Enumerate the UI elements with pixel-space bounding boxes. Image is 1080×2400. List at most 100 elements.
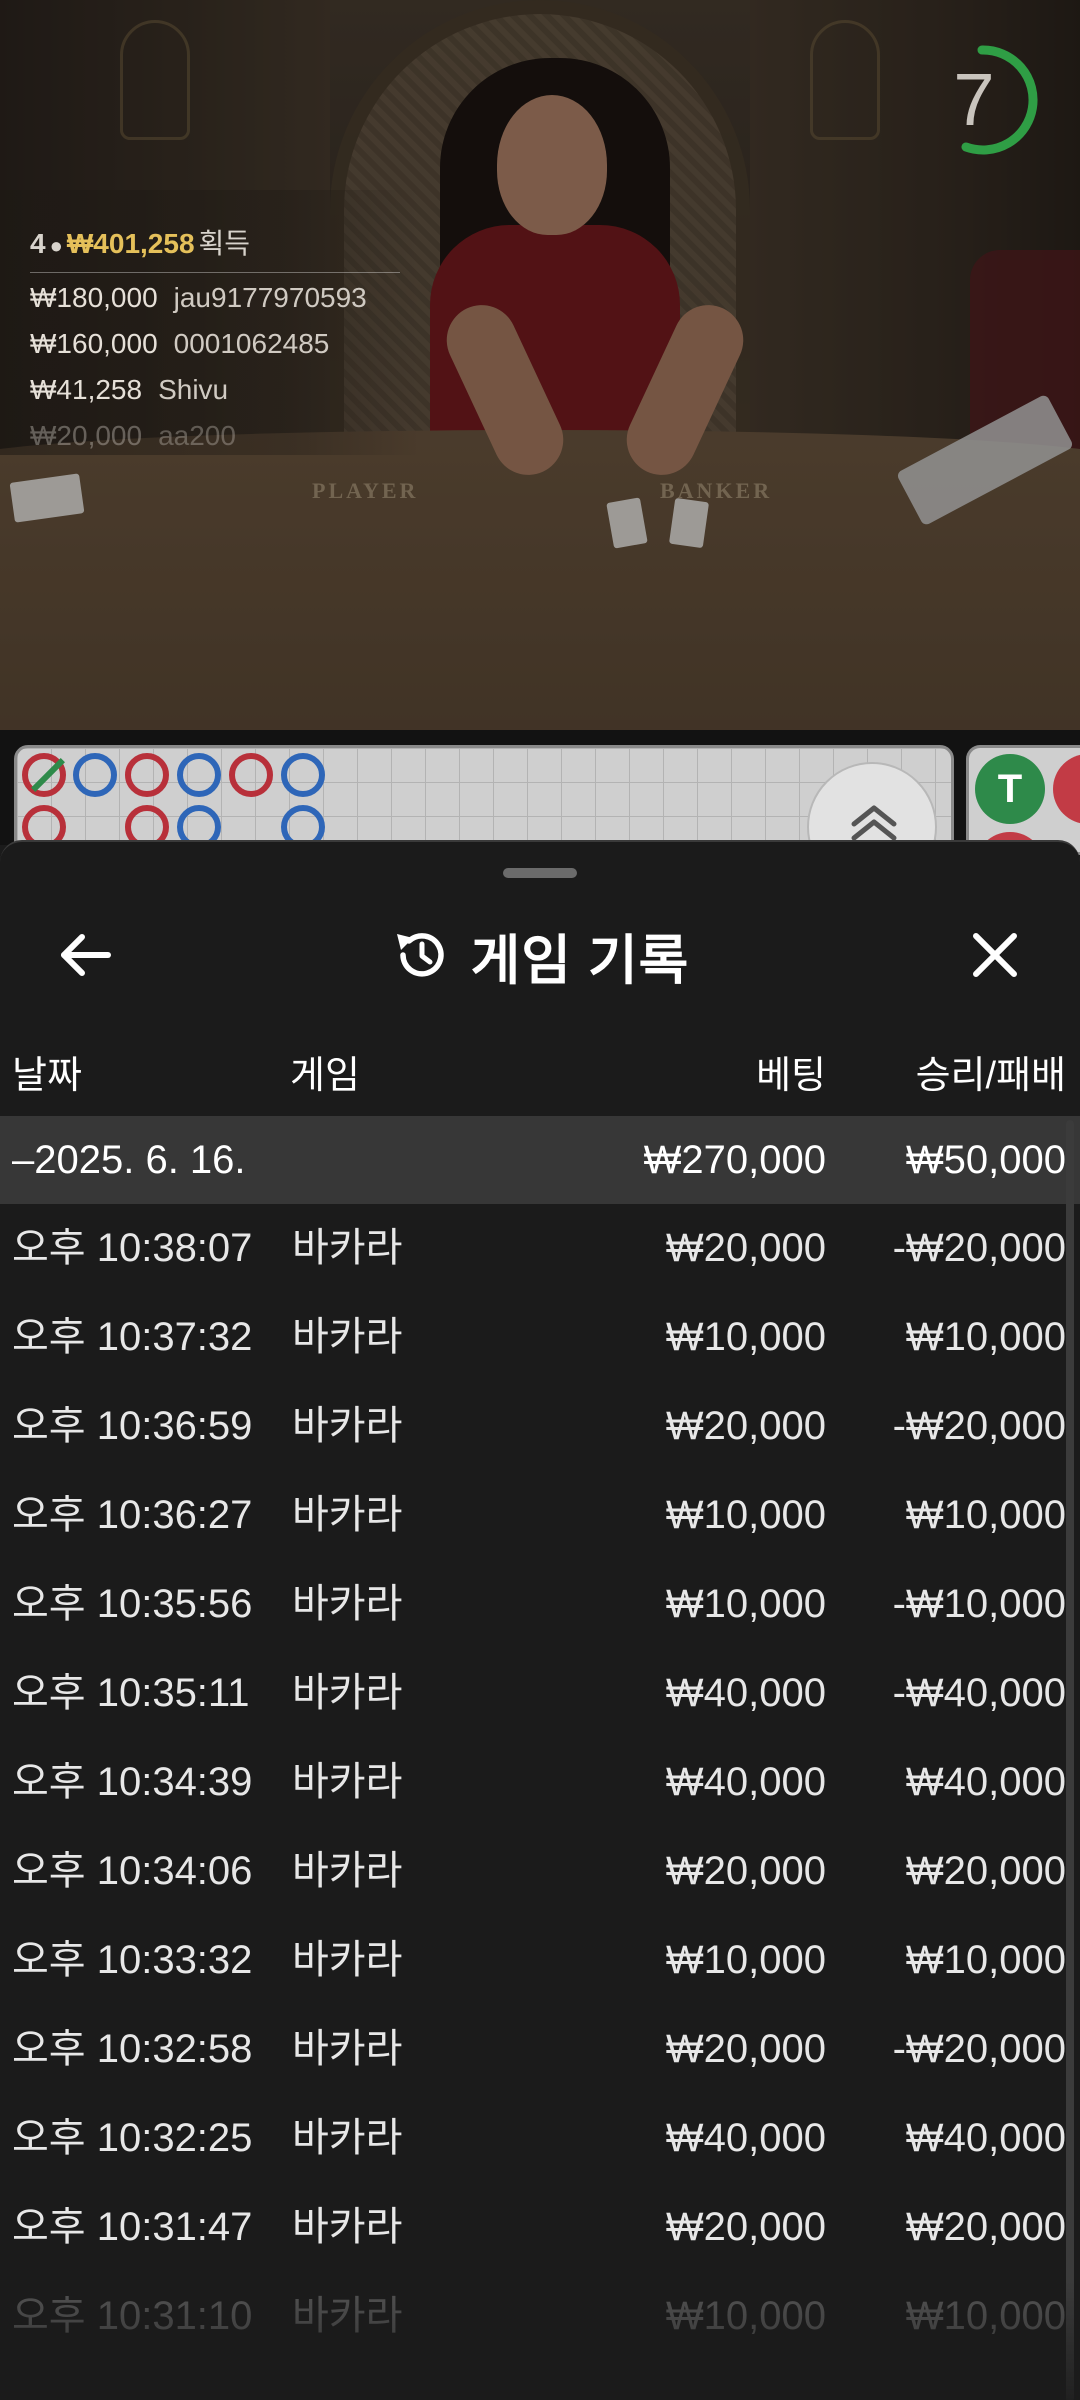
row-time: 오후 10:35:56 <box>12 1582 253 1626</box>
winner-row: ₩160,000 0001062485 <box>30 328 329 360</box>
close-button[interactable] <box>950 910 1040 1000</box>
winner-row: ₩41,258 Shivu <box>30 374 228 406</box>
winners-header: 4 ● ₩401,258 획득 <box>30 222 250 262</box>
tie-stat-icon: T <box>975 754 1045 824</box>
winner-name: Shivu <box>158 374 229 405</box>
table-row[interactable]: 오후 10:36:27 바카라 ₩10,000 ₩10,000 <box>0 1471 1080 1560</box>
result-stats: T <box>966 745 1080 855</box>
row-bet: ₩40,000 <box>665 1760 826 1804</box>
row-win: -₩40,000 <box>892 1671 1066 1715</box>
drag-handle[interactable] <box>503 868 577 878</box>
row-bet: ₩40,000 <box>665 2116 826 2160</box>
table-row[interactable]: 오후 10:31:47 바카라 ₩20,000 ₩20,000 <box>0 2183 1080 2272</box>
row-time: 오후 10:36:27 <box>12 1493 253 1537</box>
bead-road[interactable] <box>14 745 954 855</box>
close-icon <box>973 933 1017 977</box>
bead-player <box>177 753 221 797</box>
row-time: 오후 10:34:39 <box>12 1760 253 1804</box>
bead-player <box>73 753 117 797</box>
row-bet: ₩10,000 <box>665 2294 826 2338</box>
row-time: 오후 10:32:25 <box>12 2116 253 2160</box>
row-time: 오후 10:37:32 <box>12 1315 253 1359</box>
winners-label: 획득 <box>198 228 251 259</box>
column-header-bet[interactable]: 베팅 <box>756 1032 826 1120</box>
table-row[interactable]: 오후 10:38:07 바카라 ₩20,000 -₩20,000 <box>0 1204 1080 1293</box>
row-win: -₩20,000 <box>892 1404 1066 1448</box>
date-group-row[interactable]: –2025. 6. 16. ₩270,000 ₩50,000 <box>0 1116 1080 1204</box>
row-game: 바카라 <box>292 2116 403 2160</box>
countdown-timer: 7 <box>924 42 1040 158</box>
row-bet: ₩20,000 <box>665 1404 826 1448</box>
table-row[interactable]: 오후 10:31:10 바카라 ₩10,000 ₩10,000 <box>0 2272 1080 2361</box>
row-win: -₩10,000 <box>892 1582 1066 1626</box>
table-header: 날짜 게임 베팅 승리/패배 <box>0 1032 1080 1120</box>
winner-row: ₩20,000 aa200 <box>30 420 236 452</box>
winner-amount: ₩180,000 <box>30 282 158 313</box>
row-time: 오후 10:31:47 <box>12 2205 253 2249</box>
banker-stat-icon <box>1053 754 1080 824</box>
row-win: ₩10,000 <box>905 2294 1066 2338</box>
row-win: ₩20,000 <box>905 2205 1066 2249</box>
bead-banker <box>125 753 169 797</box>
row-bet: ₩20,000 <box>665 2027 826 2071</box>
row-time: 오후 10:32:58 <box>12 2027 253 2071</box>
row-bet: ₩20,000 <box>665 1226 826 1270</box>
winner-name: 0001062485 <box>173 328 330 359</box>
winners-panel: 4 ● ₩401,258 획득 ₩180,000 jau9177970593 ₩160,… <box>0 190 420 455</box>
row-bet: ₩10,000 <box>665 1493 826 1537</box>
row-game: 바카라 <box>292 2205 403 2249</box>
bead-banker <box>229 753 273 797</box>
row-win: -₩20,000 <box>892 2027 1066 2071</box>
arrow-left-icon <box>61 934 111 976</box>
table-row[interactable]: 오후 10:35:11 바카라 ₩40,000 -₩40,000 <box>0 1649 1080 1738</box>
table-row[interactable]: 오후 10:33:32 바카라 ₩10,000 ₩10,000 <box>0 1916 1080 2005</box>
row-bet: ₩10,000 <box>665 1582 826 1626</box>
winner-row: ₩180,000 jau9177970593 <box>30 282 367 314</box>
column-header-date[interactable]: 날짜 <box>12 1032 82 1120</box>
row-game: 바카라 <box>292 1315 403 1359</box>
row-time: 오후 10:33:32 <box>12 1938 253 1982</box>
table-row[interactable]: 오후 10:32:25 바카라 ₩40,000 ₩40,000 <box>0 2094 1080 2183</box>
table-row[interactable]: 오후 10:32:58 바카라 ₩20,000 -₩20,000 <box>0 2005 1080 2094</box>
group-date: –2025. 6. 16. <box>12 1138 246 1182</box>
sheet-header: 게임 기록 <box>0 910 1080 1000</box>
game-history-sheet: 게임 기록 날짜 게임 베팅 승리/패배 –2025. 6. 16. ₩270,… <box>0 840 1080 2400</box>
row-win: ₩20,000 <box>905 1849 1066 1893</box>
row-bet: ₩10,000 <box>665 1315 826 1359</box>
row-time: 오후 10:34:06 <box>12 1849 253 1893</box>
row-bet: ₩20,000 <box>665 2205 826 2249</box>
row-bet: ₩10,000 <box>665 1938 826 1982</box>
row-game: 바카라 <box>292 1938 403 1982</box>
row-game: 바카라 <box>292 1582 403 1626</box>
row-game: 바카라 <box>292 1226 403 1270</box>
bead-player <box>281 753 325 797</box>
column-header-game[interactable]: 게임 <box>290 1032 360 1120</box>
winner-name: jau9177970593 <box>173 282 367 313</box>
row-game: 바카라 <box>292 1493 403 1537</box>
column-header-win-loss[interactable]: 승리/패배 <box>916 1032 1066 1120</box>
row-game: 바카라 <box>292 1404 403 1448</box>
table-row[interactable]: 오후 10:37:32 바카라 ₩10,000 ₩10,000 <box>0 1293 1080 1382</box>
row-game: 바카라 <box>292 1760 403 1804</box>
winner-amount: ₩41,258 <box>30 374 143 405</box>
back-button[interactable] <box>40 910 130 1000</box>
history-rows: 오후 10:38:07 바카라 ₩20,000 -₩20,000 오후 10:37:3… <box>0 1204 1080 2361</box>
row-win: ₩40,000 <box>905 1760 1066 1804</box>
winners-count: 4 <box>30 228 46 259</box>
row-win: ₩40,000 <box>905 2116 1066 2160</box>
row-win: ₩10,000 <box>905 1938 1066 1982</box>
sheet-title: 게임 기록 <box>470 930 690 991</box>
row-game: 바카라 <box>292 2027 403 2071</box>
user-icon: ● <box>49 233 63 258</box>
row-time: 오후 10:35:11 <box>12 1671 250 1715</box>
row-win: -₩20,000 <box>892 1226 1066 1270</box>
table-row[interactable]: 오후 10:34:39 바카라 ₩40,000 ₩40,000 <box>0 1738 1080 1827</box>
chevron-up-icon <box>851 805 897 841</box>
winner-name: aa200 <box>158 420 236 451</box>
scrollbar[interactable] <box>1066 1120 1074 2400</box>
winners-divider <box>30 272 400 273</box>
table-row[interactable]: 오후 10:36:59 바카라 ₩20,000 -₩20,000 <box>0 1382 1080 1471</box>
row-game: 바카라 <box>292 1671 403 1715</box>
table-row[interactable]: 오후 10:35:56 바카라 ₩10,000 -₩10,000 <box>0 1560 1080 1649</box>
table-row[interactable]: 오후 10:34:06 바카라 ₩20,000 ₩20,000 <box>0 1827 1080 1916</box>
